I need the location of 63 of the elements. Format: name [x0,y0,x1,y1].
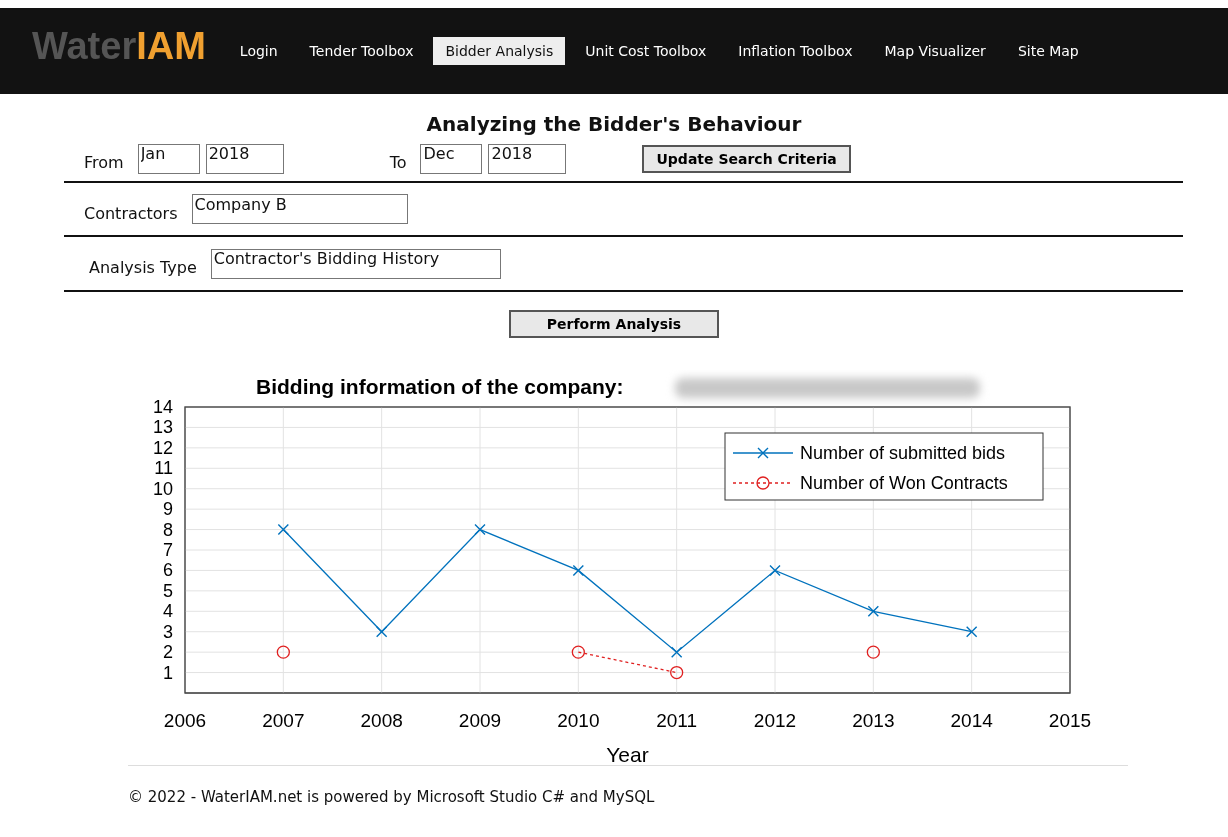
nav-link[interactable]: Bidder Analysis [433,37,566,65]
x-tick-label: 2010 [557,710,600,731]
data-point [670,646,683,658]
nav-link[interactable]: Tender Toolbox [297,37,426,65]
field-label: From [84,152,124,172]
y-tick-label: 6 [163,560,173,581]
data-point [769,564,781,577]
data-point [571,645,585,659]
y-tick-label: 5 [163,580,173,601]
footer-text: © 2022 - WaterIAM.net is powered by Microsoft Studio C# and MySQL [128,788,656,806]
data-point [277,523,290,536]
perform-button[interactable]: Perform Analysis [509,310,719,338]
y-tick-label: 2 [163,642,173,663]
legend-label: Number of submitted bids [800,443,1006,463]
x-tick-label: 2014 [950,710,993,731]
axis-title: Year [606,743,649,765]
x-tick-label: 2011 [656,710,698,731]
month-field[interactable]: Dec [420,143,483,174]
legend-swatch [732,447,794,459]
data-point [276,645,290,659]
legend-label: Number of Won Contracts [800,473,1008,493]
y-tick-label: 14 [152,397,173,417]
data-point [670,665,684,680]
y-tick-label: 12 [152,437,173,458]
x-tick-label: 2012 [753,710,797,731]
nav-link[interactable]: Login [227,37,290,65]
data-point [965,626,978,638]
page-title: Analyzing the Bidder's Behaviour [425,112,803,136]
y-tick-label: 7 [163,540,173,560]
chart-title: Bidding information of the company: [256,375,624,398]
year-field[interactable]: 2018 [488,143,567,174]
data-point [866,645,880,659]
nav-link[interactable]: Inflation Toolbox [726,37,865,65]
analysis-type-field[interactable]: Contractor's Bidding History [210,248,501,279]
field-label: Analysis Type [89,257,197,277]
nav-link[interactable]: Unit Cost Toolbox [573,37,719,65]
y-tick-label: 10 [152,478,173,499]
nav-link[interactable]: Site Map [1005,37,1091,65]
update-button[interactable]: Update Search Criteria [642,144,851,173]
x-tick-label: 2015 [1048,710,1092,731]
y-tick-label: 8 [163,519,173,540]
nav-link[interactable]: Map Visualizer [872,37,998,65]
data-point [474,523,486,536]
y-tick-label: 9 [163,499,173,520]
field-label: Contractors [84,202,178,223]
data-point [375,626,388,638]
y-tick-label: 3 [163,621,173,642]
y-tick-label: 4 [163,601,173,622]
y-tick-label: 11 [154,458,173,479]
x-tick-label: 2013 [852,710,895,731]
site-logo[interactable]: WaterIAM [32,24,206,68]
x-tick-label: 2009 [458,710,502,731]
year-field[interactable]: 2018 [205,143,284,174]
field-label: To [389,152,407,172]
x-tick-label: 2008 [360,710,403,731]
contractor-field[interactable]: Company B [191,194,408,224]
x-tick-label: 2006 [163,710,207,731]
x-tick-label: 2007 [262,710,305,731]
data-point [572,564,585,577]
month-field[interactable]: Jan [137,143,200,174]
y-tick-label: 1 [163,662,173,683]
y-tick-label: 13 [152,417,173,438]
data-point [867,605,880,617]
